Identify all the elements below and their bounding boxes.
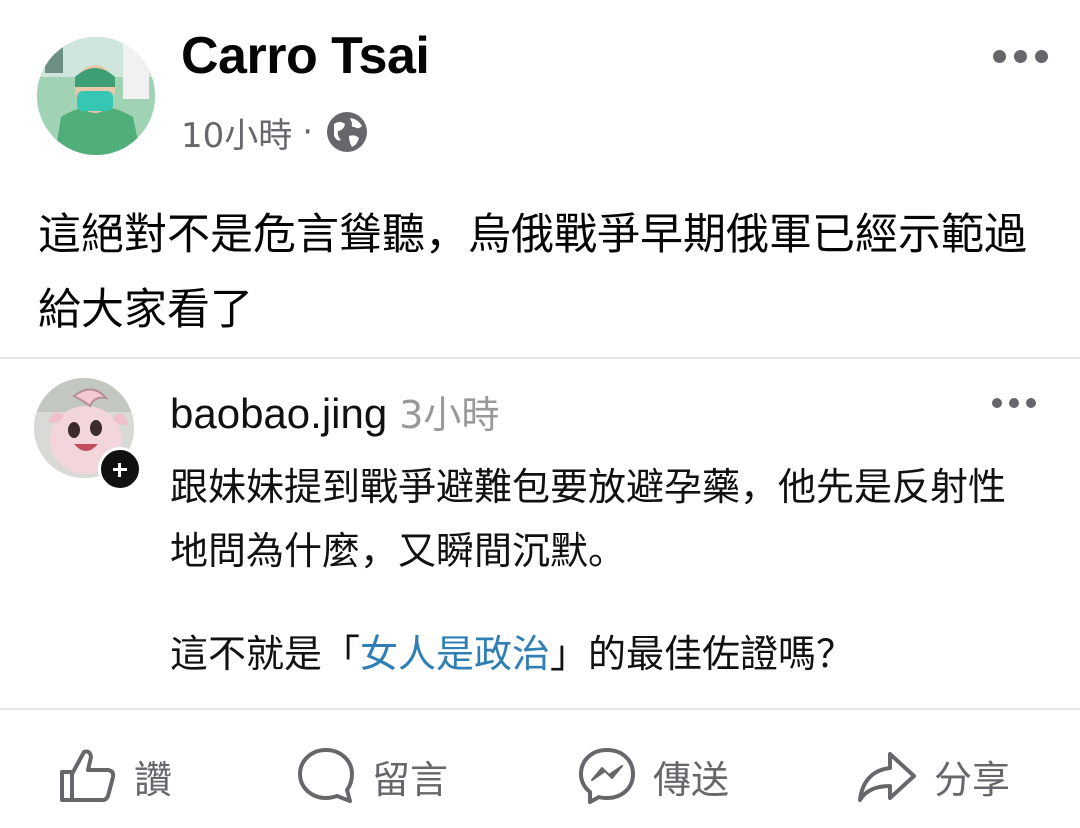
quoted-tail-before: 這不就是「 bbox=[170, 632, 361, 676]
hashtag-link[interactable]: 女人是政治 bbox=[360, 632, 550, 676]
quoted-more-button[interactable] bbox=[992, 398, 1036, 408]
more-dot bbox=[1014, 50, 1027, 63]
send-button[interactable]: 傳送 bbox=[577, 746, 729, 806]
action-bar: 讚 留言 傳送 分享 bbox=[0, 712, 1080, 828]
share-icon bbox=[858, 752, 916, 802]
messenger-icon bbox=[579, 748, 635, 804]
divider-bottom bbox=[0, 708, 1080, 710]
share-label: 分享 bbox=[934, 757, 1011, 802]
quoted-body: 跟妹妹提到戰爭避難包要放避孕藥，他先是反射性地問為什麼，又瞬間沉默。 bbox=[170, 465, 1007, 573]
author-avatar[interactable] bbox=[37, 37, 155, 155]
more-dot bbox=[992, 398, 1002, 408]
meta-separator: · bbox=[302, 112, 314, 152]
quoted-time: 3小時 bbox=[399, 393, 500, 437]
share-button[interactable]: 分享 bbox=[856, 746, 1010, 806]
more-dot bbox=[1009, 398, 1019, 408]
more-dot bbox=[1035, 50, 1048, 63]
thumbs-up-icon bbox=[60, 749, 116, 803]
post-time[interactable]: 10小時 bbox=[181, 108, 292, 157]
post-more-button[interactable] bbox=[993, 50, 1048, 63]
more-dot bbox=[1026, 398, 1036, 408]
quoted-username[interactable]: baobao.jing bbox=[170, 390, 387, 438]
quoted-tail-after: 」的最佳佐證嗎？ bbox=[550, 632, 855, 676]
more-dot bbox=[993, 50, 1006, 63]
quoted-header: baobao.jing 3小時 bbox=[170, 384, 499, 439]
follow-plus-icon[interactable] bbox=[98, 447, 142, 491]
post-text: 這絕對不是危言聳聽，烏俄戰爭早期俄軍已經示範過給大家看了 bbox=[38, 210, 1027, 335]
like-label: 讚 bbox=[134, 757, 173, 802]
quoted-tail: 這不就是「女人是政治」的最佳佐證嗎？ bbox=[170, 622, 854, 686]
comment-label: 留言 bbox=[372, 757, 449, 802]
author-name[interactable]: Carro Tsai bbox=[181, 30, 430, 82]
divider-top bbox=[0, 357, 1080, 359]
post-meta: 10小時 · bbox=[181, 108, 369, 157]
author-avatar-image bbox=[37, 37, 155, 155]
like-button[interactable]: 讚 bbox=[58, 746, 172, 806]
send-label: 傳送 bbox=[653, 757, 730, 802]
globe-icon bbox=[327, 112, 368, 152]
comment-button[interactable]: 留言 bbox=[296, 746, 448, 806]
comment-icon bbox=[298, 748, 354, 803]
